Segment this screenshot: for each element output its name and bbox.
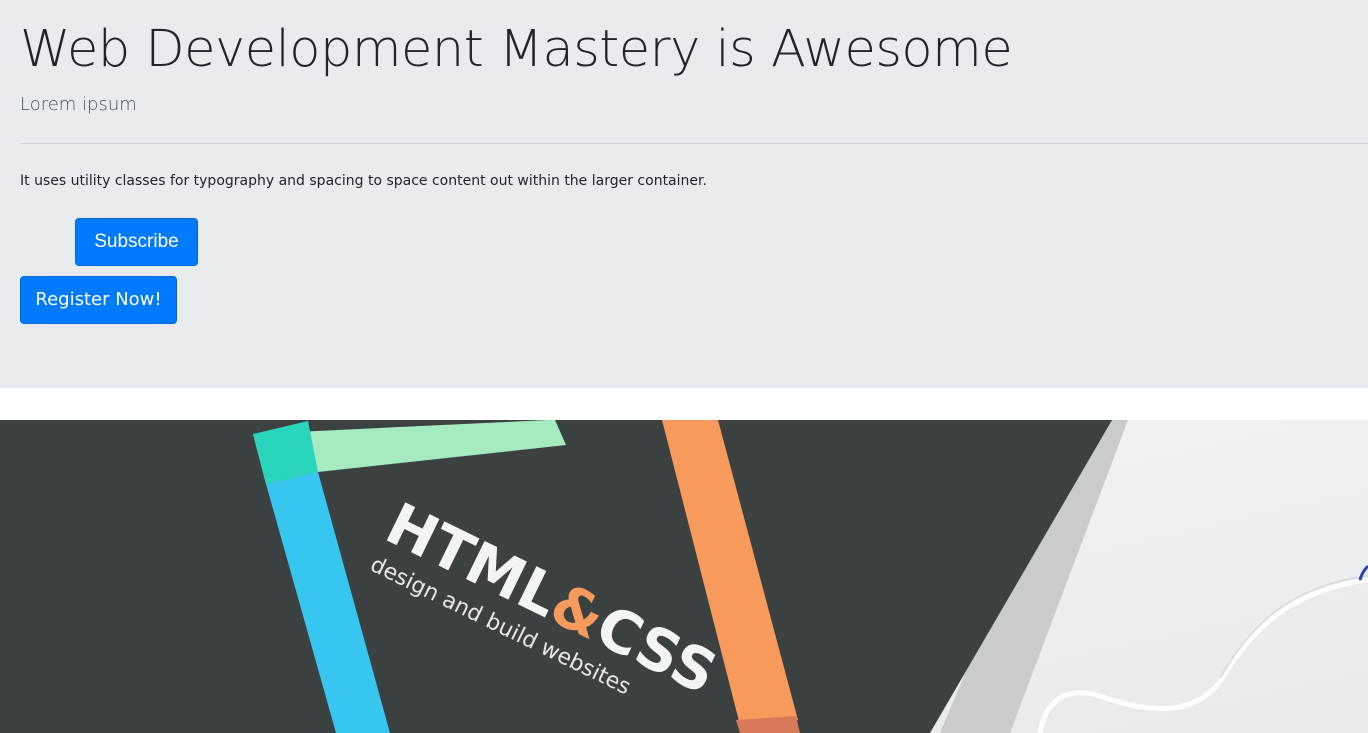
body-text: It uses utility classes for typography a… [20, 173, 707, 189]
divider [20, 143, 1368, 144]
jumbotron: Web Development Mastery is Awesome Lorem… [0, 0, 1368, 388]
register-now-button[interactable]: Register Now! [20, 276, 177, 324]
hero-image: HTML&CSS design and build websites [0, 420, 1368, 733]
lead-text: Lorem ipsum [20, 94, 137, 115]
html-css-book-photo: HTML&CSS design and build websites [0, 420, 1368, 733]
subscribe-button[interactable]: Subscribe [75, 218, 198, 266]
page-title: Web Development Mastery is Awesome [20, 20, 1013, 79]
